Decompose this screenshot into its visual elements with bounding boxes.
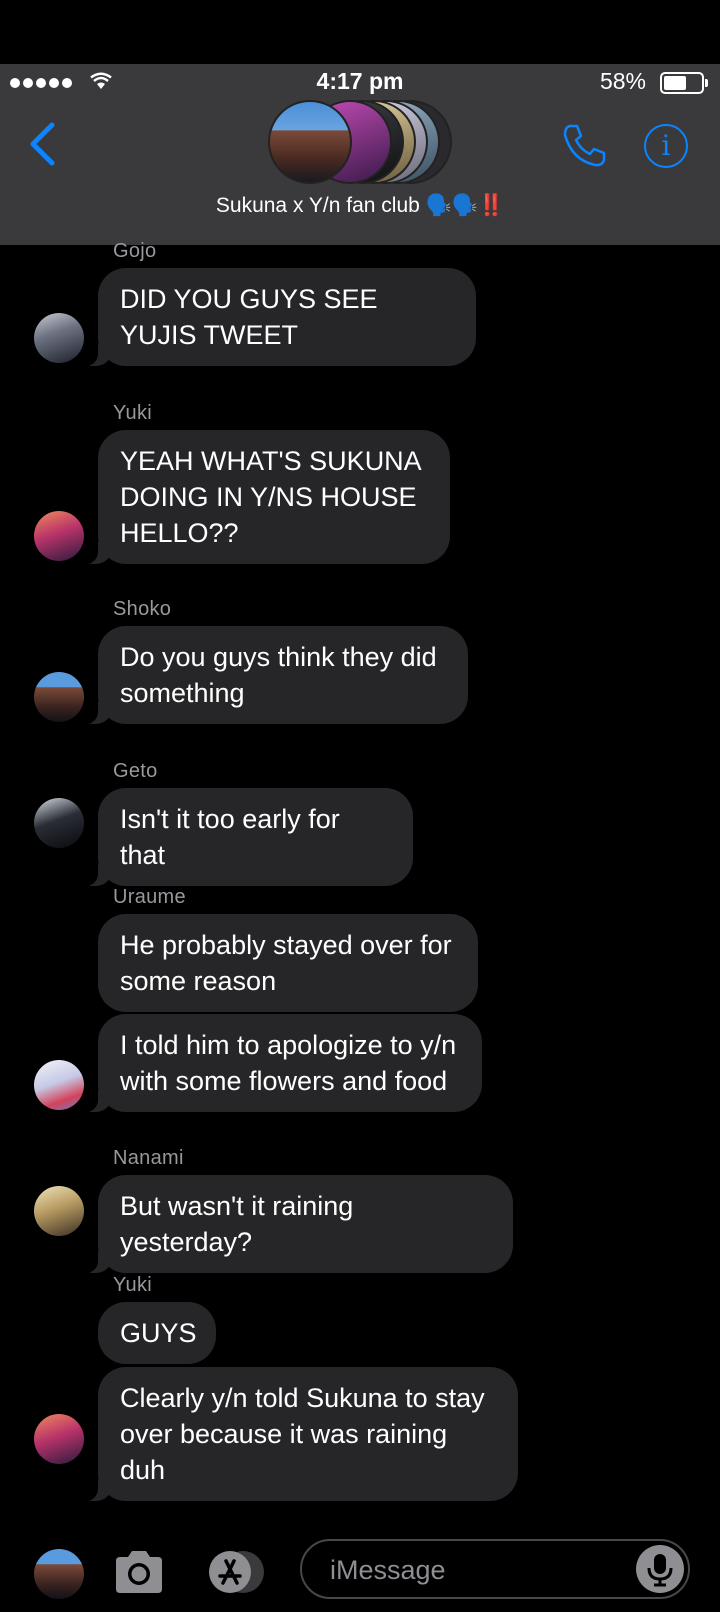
avatar-nanami[interactable] <box>34 1186 84 1236</box>
microphone-icon[interactable] <box>636 1545 684 1593</box>
my-avatar[interactable] <box>34 1549 84 1599</box>
avatar-gojo[interactable] <box>34 313 84 363</box>
camera-icon[interactable] <box>112 1549 166 1595</box>
message-bubble[interactable]: But wasn't it raining yesterday? <box>84 1175 513 1273</box>
avatar-uraume[interactable] <box>34 1060 84 1110</box>
message-bubble[interactable]: I told him to apologize to y/n with some… <box>84 1014 482 1112</box>
message-sender: Shoko <box>113 598 172 620</box>
conversation-header: 4:17 pm 58% Sukuna x Y/n fan club 🗣️🗣️‼️… <box>0 64 720 245</box>
avatar-yuki[interactable] <box>34 1414 84 1464</box>
avatar-shoko[interactable] <box>34 672 84 722</box>
message-bubble[interactable]: Clearly y/n told Sukuna to stay over bec… <box>84 1367 518 1501</box>
message-sender: Geto <box>113 760 158 782</box>
imessage-input[interactable] <box>328 1549 622 1591</box>
app-store-icon[interactable] <box>206 1549 268 1595</box>
phone-call-icon[interactable] <box>562 122 608 168</box>
message-bubble[interactable]: He probably stayed over for some reason <box>98 914 478 1012</box>
battery-percent: 58% <box>599 68 646 94</box>
message-sender: Yuki <box>113 402 153 424</box>
message-bubble[interactable]: DID YOU GUYS SEE YUJIS TWEET <box>84 268 476 366</box>
message-bubble[interactable]: Isn't it too early for that <box>84 788 413 886</box>
compose-bar <box>0 1535 720 1612</box>
message-bubble[interactable]: Do you guys think they did something <box>84 626 468 724</box>
message-sender: Gojo <box>113 240 157 262</box>
battery-icon <box>660 72 708 94</box>
avatar-yuki[interactable] <box>34 511 84 561</box>
message-sender: Nanami <box>113 1147 184 1169</box>
message-sender: Uraume <box>113 886 186 908</box>
back-chevron-icon[interactable] <box>28 122 56 166</box>
avatar-geto[interactable] <box>34 798 84 848</box>
group-avatar-stack[interactable] <box>268 100 458 184</box>
message-sender: Yuki <box>113 1274 153 1296</box>
message-bubble[interactable]: YEAH WHAT'S SUKUNA DOING IN Y/NS HOUSE H… <box>84 430 450 564</box>
message-bubble[interactable]: GUYS <box>98 1302 216 1364</box>
message-input-field[interactable] <box>300 1539 690 1599</box>
status-bar: 4:17 pm 58% <box>0 64 720 100</box>
info-icon[interactable]: i <box>644 124 688 168</box>
group-name[interactable]: Sukuna x Y/n fan club 🗣️🗣️‼️ <box>0 194 720 218</box>
